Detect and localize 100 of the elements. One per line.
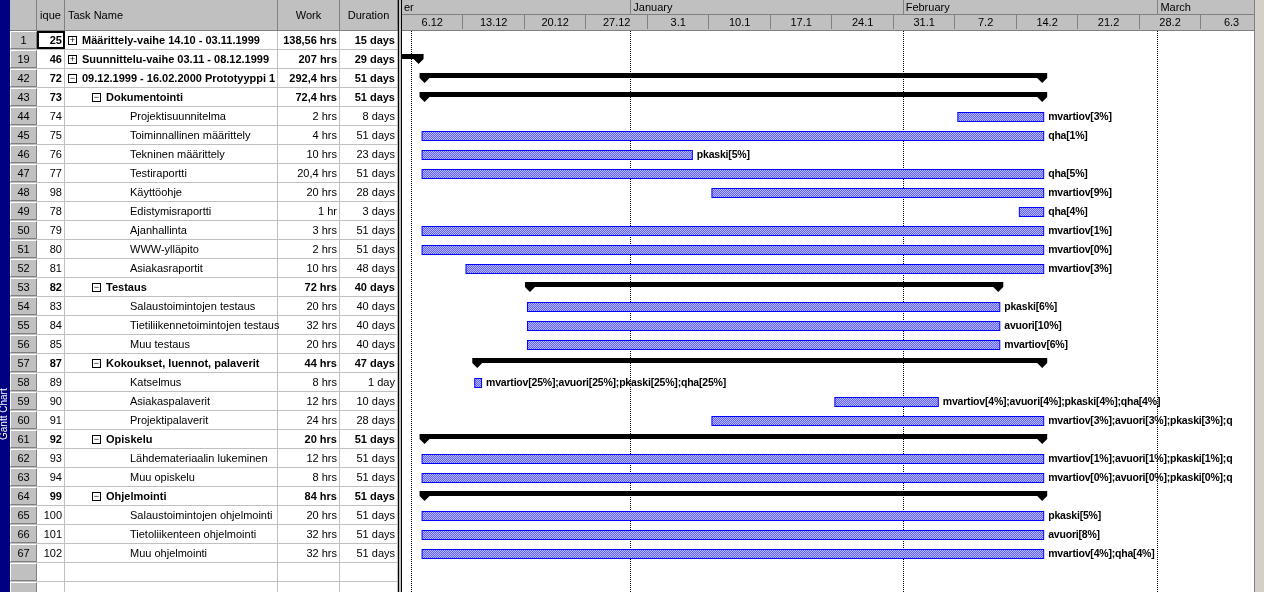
table-cell: 72 hrs [278, 278, 340, 296]
task-name: Käyttöohje [130, 184, 182, 200]
resource-label: pkaski[6%] [1004, 299, 1058, 314]
week-label: 24.1 [832, 15, 894, 29]
expand-toggle[interactable]: + [68, 35, 77, 45]
resource-label: mvartiov[6%] [1004, 337, 1068, 352]
column-header[interactable]: Task Name [65, 0, 278, 30]
week-label: 7.2 [955, 15, 1017, 29]
month-label: er [402, 0, 414, 14]
month-label: February [902, 0, 950, 14]
row-number[interactable]: 19 [10, 50, 37, 68]
view-bar[interactable]: Gantt Chart [0, 0, 10, 592]
row-number[interactable]: 52 [10, 259, 37, 277]
resource-label: qha[1%] [1048, 128, 1088, 143]
table-cell: 12 hrs [278, 392, 340, 410]
scrollbar[interactable] [1254, 0, 1264, 592]
row-number[interactable]: 51 [10, 240, 37, 258]
table-cell: 91 [37, 411, 65, 429]
row-number[interactable]: 57 [10, 354, 37, 372]
task-name: 09.12.1999 - 16.02.2000 Prototyyppi 1 [82, 70, 276, 86]
table-cell: 12 hrs [278, 449, 340, 467]
table-cell: 138,56 hrs [278, 31, 340, 49]
resource-label: qha[5%] [1048, 166, 1088, 181]
table-cell: 84 [37, 316, 65, 334]
month-label: January [630, 0, 673, 14]
table-cell: 92 [37, 430, 65, 448]
row-number[interactable]: 45 [10, 126, 37, 144]
task-name: Salaustoimintojen testaus [130, 298, 256, 314]
row-number[interactable]: 1 [10, 31, 37, 49]
task-name: Suunnittelu-vaihe 03.11 - 08.12.1999 [82, 51, 270, 67]
task-name: Tietoliikenteen ohjelmointi [130, 526, 257, 542]
table-cell: 20 hrs [278, 335, 340, 353]
expand-toggle[interactable]: − [92, 491, 101, 501]
expand-toggle[interactable]: − [92, 358, 101, 368]
table-cell: 89 [37, 373, 65, 391]
row-number[interactable]: 55 [10, 316, 37, 334]
expand-toggle[interactable]: + [68, 54, 77, 64]
row-number[interactable]: 64 [10, 487, 37, 505]
row-number[interactable]: 65 [10, 506, 37, 524]
row-number[interactable]: 67 [10, 544, 37, 562]
row-number[interactable]: 42 [10, 69, 37, 87]
column-header[interactable]: Work [278, 0, 340, 30]
row-number[interactable]: 49 [10, 202, 37, 220]
resource-label: mvartiov[3%] [1048, 109, 1112, 124]
row-number[interactable]: 62 [10, 449, 37, 467]
task-name: Testaus [106, 279, 147, 295]
table-cell: 80 [37, 240, 65, 258]
row-number[interactable]: 60 [10, 411, 37, 429]
task-name: Tietiliikennetoimintojen testaus [130, 317, 280, 333]
task-name: Opiskelu [106, 431, 153, 447]
table-cell: 74 [37, 107, 65, 125]
column-header[interactable]: ique [37, 0, 65, 30]
resource-label: avuori[8%] [1048, 527, 1100, 542]
row-number[interactable]: 63 [10, 468, 37, 486]
task-name: Dokumentointi [106, 89, 183, 105]
table-cell: 93 [37, 449, 65, 467]
table-cell: 25 [37, 31, 65, 49]
table-cell: 101 [37, 525, 65, 543]
week-label: 27.12 [586, 15, 648, 29]
row-number[interactable]: 53 [10, 278, 37, 296]
table-cell: 292,4 hrs [278, 69, 340, 87]
task-bar [474, 378, 483, 388]
task-name: Toiminnallinen määrittely [130, 127, 251, 143]
row-number[interactable]: 66 [10, 525, 37, 543]
row-number[interactable]: 50 [10, 221, 37, 239]
table-cell: 20 hrs [278, 506, 340, 524]
table-cell: 83 [37, 297, 65, 315]
table-cell: 73 [37, 88, 65, 106]
week-label: 31.1 [893, 15, 956, 29]
row-number[interactable]: 59 [10, 392, 37, 410]
table-cell: 20 hrs [278, 297, 340, 315]
week-label: 10.1 [709, 15, 771, 29]
row-number[interactable]: 43 [10, 88, 37, 106]
table-cell: 81 [37, 259, 65, 277]
task-name: WWW-ylläpito [130, 241, 199, 257]
table-cell: 32 hrs [278, 316, 340, 334]
task-name: Muu ohjelmointi [130, 545, 208, 561]
row-number[interactable]: 48 [10, 183, 37, 201]
row-number[interactable]: 46 [10, 145, 37, 163]
expand-toggle[interactable]: − [92, 92, 101, 102]
task-name: Asiakaspalaverit [130, 393, 211, 409]
table-cell: 75 [37, 126, 65, 144]
resource-label: mvartiov[3%];avuori[3%];pkaski[3%];q [1048, 413, 1233, 428]
table-cell: 2 hrs [278, 107, 340, 125]
row-number[interactable] [10, 563, 37, 581]
row-number[interactable]: 44 [10, 107, 37, 125]
row-number[interactable]: 56 [10, 335, 37, 353]
row-number[interactable]: 61 [10, 430, 37, 448]
expand-toggle[interactable]: − [92, 434, 101, 444]
table-cell: 10 hrs [278, 259, 340, 277]
task-name: Katselmus [130, 374, 182, 390]
row-number[interactable]: 54 [10, 297, 37, 315]
row-number[interactable]: 58 [10, 373, 37, 391]
task-name: Muu testaus [130, 336, 190, 352]
table-cell: 32 hrs [278, 525, 340, 543]
expand-toggle[interactable]: − [68, 73, 77, 83]
table-cell: 44 hrs [278, 354, 340, 372]
resource-label: mvartiov[4%];avuori[4%];pkaski[4%];qha[4%] [942, 394, 1161, 409]
row-number[interactable]: 47 [10, 164, 37, 182]
expand-toggle[interactable]: − [92, 282, 101, 292]
